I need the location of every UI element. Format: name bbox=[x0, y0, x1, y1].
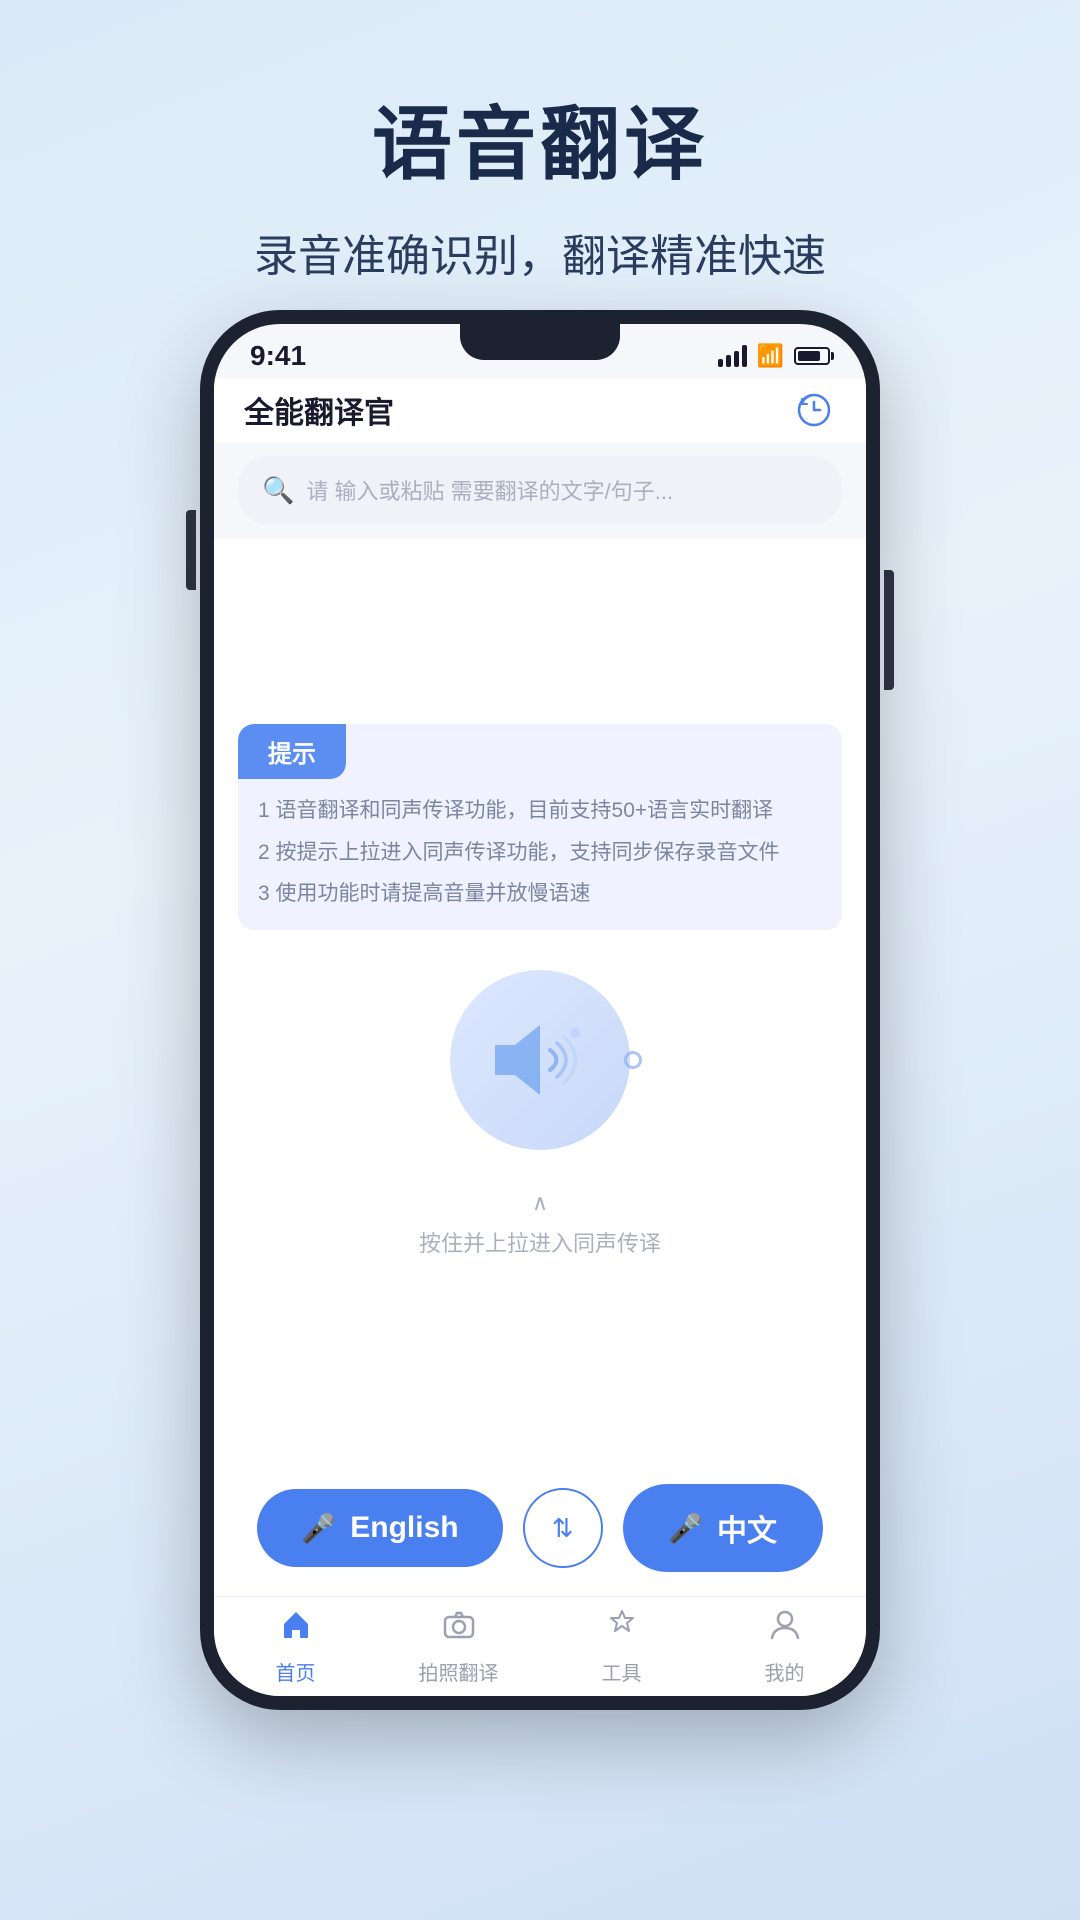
nav-label-photo: 拍照翻译 bbox=[419, 1657, 499, 1686]
swap-button[interactable]: ⇅ bbox=[523, 1488, 603, 1568]
search-placeholder: 请 输入或粘贴 需要翻译的文字/句子... bbox=[306, 474, 673, 506]
nav-item-tools[interactable]: 工具 bbox=[540, 1597, 703, 1696]
wifi-icon: 📶 bbox=[757, 343, 784, 369]
search-icon: 🔍 bbox=[262, 475, 294, 506]
tips-item-3: 3 使用功能时请提高音量并放慢语速 bbox=[258, 878, 822, 910]
mic-icon-right: 🎤 bbox=[668, 1512, 703, 1545]
speaker-circle bbox=[450, 970, 630, 1150]
page-subtitle: 录音准确识别，翻译精准快速 bbox=[0, 220, 1080, 284]
swap-icon: ⇅ bbox=[552, 1513, 574, 1544]
english-label: English bbox=[350, 1511, 458, 1545]
swipe-hint-text: 按住并上拉进入同声传译 bbox=[419, 1226, 661, 1258]
speaker-container bbox=[450, 970, 630, 1150]
phone-wrapper: 9:41 📶 全能翻译官 bbox=[200, 310, 880, 1710]
tools-icon bbox=[605, 1608, 639, 1651]
tips-header: 提示 bbox=[238, 724, 346, 779]
nav-item-home[interactable]: 首页 bbox=[214, 1597, 377, 1696]
battery-icon bbox=[794, 347, 830, 365]
mic-icon-left: 🎤 bbox=[301, 1512, 336, 1545]
camera-icon bbox=[442, 1608, 476, 1651]
tips-item-1: 1 语音翻译和同声传译功能，目前支持50+语言实时翻译 bbox=[258, 795, 822, 827]
bottom-nav: 首页 拍照翻译 bbox=[214, 1596, 866, 1696]
swipe-arrow-icon: ∧ bbox=[532, 1190, 548, 1216]
page-header: 语音翻译 录音准确识别，翻译精准快速 bbox=[0, 0, 1080, 284]
nav-item-photo[interactable]: 拍照翻译 bbox=[377, 1597, 540, 1696]
home-icon bbox=[279, 1608, 313, 1651]
status-icons: 📶 bbox=[718, 343, 830, 369]
tips-card: 提示 1 语音翻译和同声传译功能，目前支持50+语言实时翻译 2 按提示上拉进入… bbox=[238, 724, 842, 930]
nav-item-mine[interactable]: 我的 bbox=[703, 1597, 866, 1696]
phone-frame: 9:41 📶 全能翻译官 bbox=[200, 310, 880, 1710]
history-button[interactable] bbox=[792, 388, 836, 432]
english-lang-button[interactable]: 🎤 English bbox=[257, 1489, 502, 1567]
tips-item-2: 2 按提示上拉进入同声传译功能，支持同步保存录音文件 bbox=[258, 837, 822, 869]
chinese-lang-button[interactable]: 🎤 中文 bbox=[623, 1484, 823, 1572]
user-icon bbox=[768, 1608, 802, 1651]
nav-label-mine: 我的 bbox=[765, 1657, 805, 1686]
status-time: 9:41 bbox=[250, 340, 306, 372]
search-bar[interactable]: 🔍 请 输入或粘贴 需要翻译的文字/句子... bbox=[238, 456, 842, 524]
page-title: 语音翻译 bbox=[0, 80, 1080, 196]
chinese-label: 中文 bbox=[717, 1506, 777, 1550]
app-title: 全能翻译官 bbox=[244, 388, 394, 432]
phone-screen: 9:41 📶 全能翻译官 bbox=[214, 324, 866, 1696]
bottom-buttons: 🎤 English ⇅ 🎤 中文 bbox=[214, 1464, 866, 1596]
nav-label-tools: 工具 bbox=[602, 1657, 642, 1686]
main-content: 提示 1 语音翻译和同声传译功能，目前支持50+语言实时翻译 2 按提示上拉进入… bbox=[214, 538, 866, 1464]
app-bar: 全能翻译官 bbox=[214, 378, 866, 442]
nav-label-home: 首页 bbox=[276, 1657, 316, 1686]
signal-icon bbox=[718, 345, 747, 367]
phone-notch bbox=[460, 324, 620, 360]
tips-list: 1 语音翻译和同声传译功能，目前支持50+语言实时翻译 2 按提示上拉进入同声传… bbox=[238, 795, 842, 910]
swipe-hint: ∧ 按住并上拉进入同声传译 bbox=[419, 1190, 661, 1258]
